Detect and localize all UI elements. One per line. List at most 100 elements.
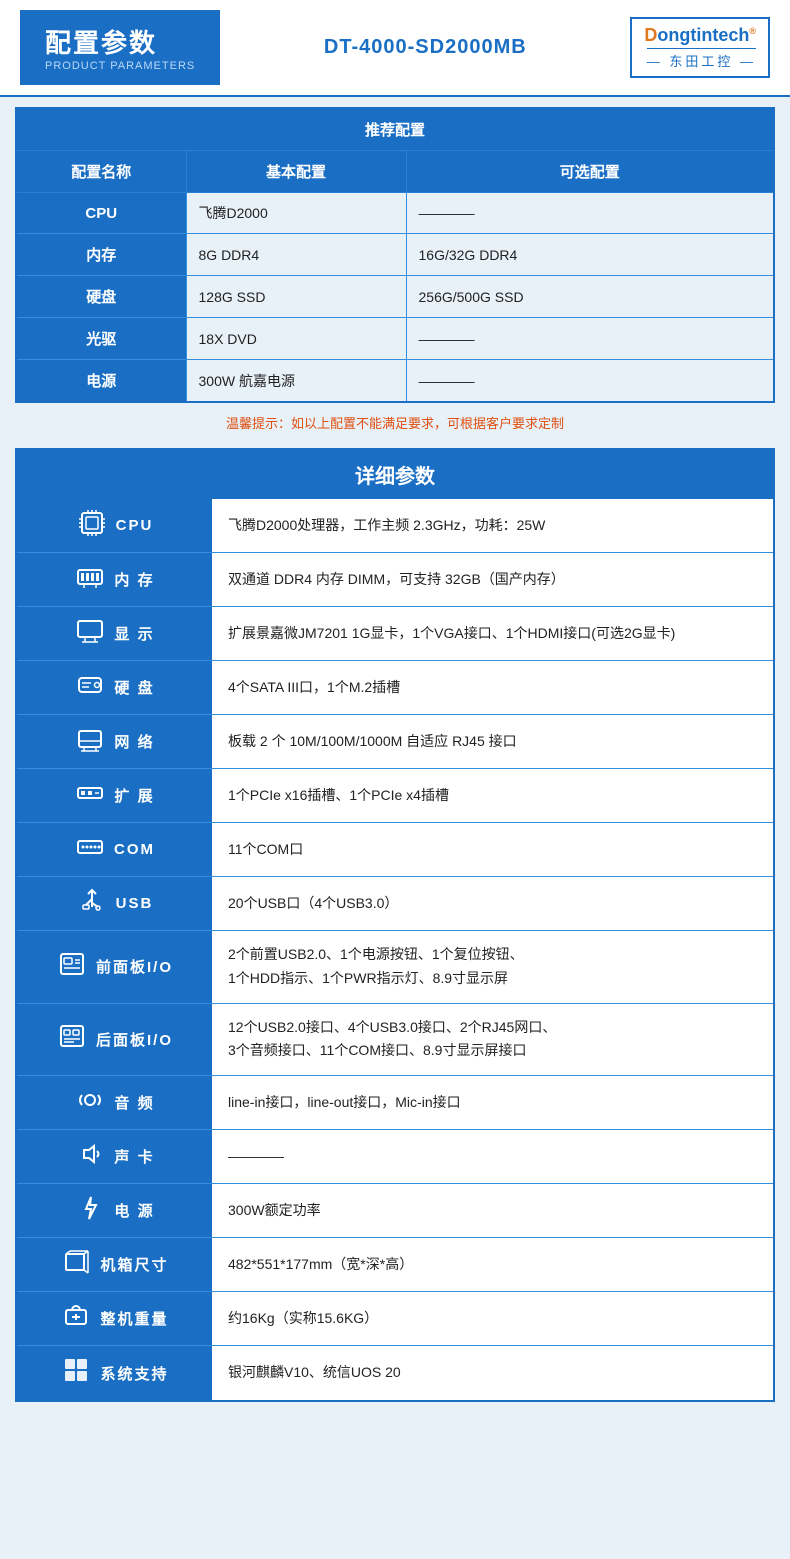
tip-text: 温馨提示：如以上配置不能满足要求，可根据客户要求定制: [15, 403, 775, 438]
recommend-row: 电源 300W 航嘉电源 ————: [16, 360, 774, 403]
page-content: 推荐配置 配置名称 基本配置 可选配置 CPU 飞腾D2000 ———— 内存 …: [0, 97, 790, 1422]
col-header-optional: 可选配置: [406, 151, 774, 193]
detail-label-text: 网 络: [114, 731, 154, 752]
recommend-row: CPU 飞腾D2000 ————: [16, 193, 774, 234]
detail-row: 显 示 扩展景嘉微JM7201 1G显卡，1个VGA接口、1个HDMI接口(可选2…: [17, 607, 773, 661]
detail-label-text: 内 存: [114, 569, 154, 590]
detail-value-text: 扩展景嘉微JM7201 1G显卡，1个VGA接口、1个HDMI接口(可选2G显卡…: [228, 622, 675, 646]
logo: Dongtintech® — 东田工控 —: [630, 17, 770, 78]
detail-row: 系统支持银河麒麟V10、统信UOS 20: [17, 1346, 773, 1400]
recommend-name: 硬盘: [16, 276, 186, 318]
recommend-optional: 256G/500G SSD: [406, 276, 774, 318]
logo-d: D: [644, 25, 657, 45]
detail-value-text: 板载 2 个 10M/100M/1000M 自适应 RJ45 接口: [228, 730, 517, 754]
detail-row: 前面板I/O 2个前置USB2.0、1个电源按钮、1个复位按钮、1个HDD指示、1…: [17, 931, 773, 1004]
detail-icon: [56, 950, 88, 984]
detail-row: 后面板I/O 12个USB2.0接口、4个USB3.0接口、2个RJ45网口、3个…: [17, 1004, 773, 1077]
logo-rest: ongtintech: [657, 25, 749, 45]
detail-value: 482*551*177mm（宽*深*高）: [212, 1238, 773, 1291]
detail-row: USB 20个USB口（4个USB3.0）: [17, 877, 773, 931]
detail-label-text: 机箱尺寸: [100, 1254, 168, 1275]
recommend-basic: 18X DVD: [186, 318, 406, 360]
detail-value-text: 飞腾D2000处理器，工作主频 2.3GHz，功耗：25W: [228, 514, 545, 538]
detail-value-text: 1个PCIe x16插槽、1个PCIe x4插槽: [228, 784, 449, 808]
detail-label: 音 频: [17, 1076, 212, 1129]
detail-label: 内 存: [17, 553, 212, 606]
detail-label-text: 前面板I/O: [96, 956, 173, 977]
recommend-title: 推荐配置: [16, 108, 774, 151]
detail-icon: [74, 617, 106, 651]
detail-label: CPU: [17, 499, 212, 552]
detail-label: 电 源: [17, 1184, 212, 1237]
recommend-row: 光驱 18X DVD ————: [16, 318, 774, 360]
detail-label: 前面板I/O: [17, 931, 212, 1003]
detail-value: ————: [212, 1130, 773, 1183]
detail-row: 内 存 双通道 DDR4 内存 DIMM，可支持 32GB（国产内存）: [17, 553, 773, 607]
detail-label-text: COM: [114, 841, 155, 858]
detail-icon: [74, 1194, 106, 1228]
detail-label: 整机重量: [17, 1292, 212, 1345]
detail-value: 12个USB2.0接口、4个USB3.0接口、2个RJ45网口、3个音频接口、1…: [212, 1004, 773, 1076]
detail-row: 整机重量约16Kg（实称15.6KG）: [17, 1292, 773, 1346]
detail-label: 系统支持: [17, 1346, 212, 1400]
detail-row: 机箱尺寸 482*551*177mm（宽*深*高）: [17, 1238, 773, 1292]
detail-label: 网 络: [17, 715, 212, 768]
detail-row: 扩 展 1个PCIe x16插槽、1个PCIe x4插槽: [17, 769, 773, 823]
detail-value: 1个PCIe x16插槽、1个PCIe x4插槽: [212, 769, 773, 822]
page-subtitle: PRODUCT PARAMETERS: [45, 60, 195, 72]
page-header: 配置参数 PRODUCT PARAMETERS DT-4000-SD2000MB…: [0, 0, 790, 97]
recommend-optional: ————: [406, 193, 774, 234]
detail-value: 扩展景嘉微JM7201 1G显卡，1个VGA接口、1个HDMI接口(可选2G显卡…: [212, 607, 773, 660]
detail-row: 音 频line-in接口，line-out接口，Mic-in接口: [17, 1076, 773, 1130]
detail-value-text: 300W额定功率: [228, 1199, 321, 1223]
recommend-basic: 128G SSD: [186, 276, 406, 318]
detail-value: 300W额定功率: [212, 1184, 773, 1237]
logo-sub: — 东田工控 —: [647, 48, 756, 70]
detail-label-text: 扩 展: [114, 785, 154, 806]
detail-label-text: 声 卡: [114, 1146, 154, 1167]
detail-label: COM: [17, 823, 212, 876]
detail-icon: [60, 1356, 92, 1390]
detail-value-text: 4个SATA III口，1个M.2插槽: [228, 676, 400, 700]
recommend-basic: 300W 航嘉电源: [186, 360, 406, 403]
detail-value: 约16Kg（实称15.6KG）: [212, 1292, 773, 1345]
detail-title: 详细参数: [17, 450, 773, 499]
detail-label: 硬 盘: [17, 661, 212, 714]
detail-icon: [76, 509, 108, 543]
detail-icon: [74, 725, 106, 759]
detail-icon: [74, 833, 106, 867]
detail-value: 20个USB口（4个USB3.0）: [212, 877, 773, 930]
detail-icon: [56, 1022, 88, 1056]
detail-label: 后面板I/O: [17, 1004, 212, 1076]
detail-value: 2个前置USB2.0、1个电源按钮、1个复位按钮、1个HDD指示、1个PWR指示…: [212, 931, 773, 1003]
detail-label: 声 卡: [17, 1130, 212, 1183]
detail-label: USB: [17, 877, 212, 930]
detail-row: 硬 盘 4个SATA III口，1个M.2插槽: [17, 661, 773, 715]
col-header-basic: 基本配置: [186, 151, 406, 193]
detail-icon: [74, 779, 106, 813]
detail-label-text: 后面板I/O: [96, 1029, 173, 1050]
recommend-name: 内存: [16, 234, 186, 276]
detail-value-text: 2个前置USB2.0、1个电源按钮、1个复位按钮、1个HDD指示、1个PWR指示…: [228, 943, 524, 991]
detail-label-text: 显 示: [114, 623, 154, 644]
logo-reg: ®: [749, 26, 756, 36]
detail-value-text: 双通道 DDR4 内存 DIMM，可支持 32GB（国产内存）: [228, 568, 565, 592]
recommend-section: 推荐配置 配置名称 基本配置 可选配置 CPU 飞腾D2000 ———— 内存 …: [15, 107, 775, 438]
detail-icon: [74, 563, 106, 597]
detail-value-text: 约16Kg（实称15.6KG）: [228, 1307, 378, 1331]
detail-value: 板载 2 个 10M/100M/1000M 自适应 RJ45 接口: [212, 715, 773, 768]
model-number: DT-4000-SD2000MB: [324, 36, 527, 59]
detail-value-text: 银河麒麟V10、统信UOS 20: [228, 1361, 401, 1385]
recommend-name: CPU: [16, 193, 186, 234]
detail-value-text: 482*551*177mm（宽*深*高）: [228, 1253, 413, 1277]
detail-value: 飞腾D2000处理器，工作主频 2.3GHz，功耗：25W: [212, 499, 773, 552]
detail-section: 详细参数 CPU 飞腾D2000处理器，工作主频 2.3GHz，功耗：25W 内 存…: [15, 448, 775, 1402]
detail-value: 双通道 DDR4 内存 DIMM，可支持 32GB（国产内存）: [212, 553, 773, 606]
detail-label-text: USB: [116, 895, 154, 912]
detail-row: 声 卡 ————: [17, 1130, 773, 1184]
detail-row: CPU 飞腾D2000处理器，工作主频 2.3GHz，功耗：25W: [17, 499, 773, 553]
detail-label: 扩 展: [17, 769, 212, 822]
recommend-optional: ————: [406, 360, 774, 403]
detail-value: 4个SATA III口，1个M.2插槽: [212, 661, 773, 714]
detail-rows: CPU 飞腾D2000处理器，工作主频 2.3GHz，功耗：25W 内 存 双通道 D…: [17, 499, 773, 1400]
